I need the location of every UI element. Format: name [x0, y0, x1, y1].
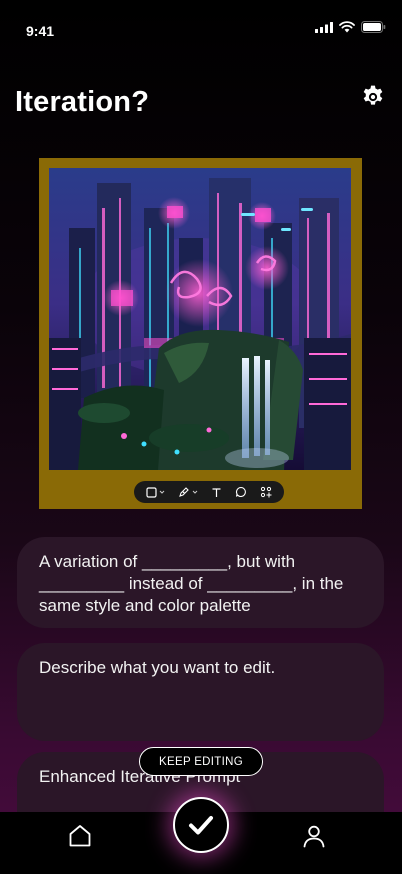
rectangle-select-tool[interactable] — [146, 486, 165, 498]
variation-prompt-text: A variation of _________, but with _____… — [39, 552, 344, 615]
home-button[interactable] — [67, 823, 93, 849]
image-frame — [39, 158, 362, 509]
chevron-down-icon — [192, 490, 198, 494]
wifi-icon — [339, 21, 355, 33]
text-icon — [212, 487, 221, 497]
plugins-tool[interactable] — [260, 486, 272, 498]
comment-icon — [235, 486, 246, 498]
square-icon — [146, 486, 157, 498]
confirm-button[interactable] — [173, 797, 229, 853]
sparkle-grid-icon — [260, 486, 272, 498]
keep-editing-button[interactable]: KEEP EDITING — [139, 747, 263, 776]
edit-description-placeholder: Describe what you want to edit. — [39, 658, 276, 677]
status-icons — [315, 21, 386, 33]
page-title: Iteration? — [15, 86, 150, 118]
cyberpunk-city-artwork[interactable] — [49, 168, 351, 470]
cellular-signal-icon — [315, 21, 333, 33]
artwork-illustration — [49, 168, 351, 470]
checkmark-icon — [189, 816, 213, 835]
image-edit-toolbar — [134, 481, 284, 503]
pen-tool[interactable] — [178, 486, 198, 498]
status-bar: 9:41 — [0, 0, 402, 44]
chevron-down-icon — [160, 490, 165, 494]
user-icon — [303, 825, 325, 848]
text-tool[interactable] — [211, 487, 222, 498]
settings-button[interactable] — [360, 84, 386, 110]
status-time: 9:41 — [26, 23, 55, 39]
edit-description-input[interactable]: Describe what you want to edit. — [17, 643, 384, 741]
home-icon — [69, 825, 91, 847]
gear-icon — [363, 85, 383, 105]
battery-icon — [361, 21, 386, 33]
comment-tool[interactable] — [235, 486, 247, 498]
variation-prompt-card[interactable]: A variation of _________, but with _____… — [17, 537, 384, 628]
pen-icon — [179, 487, 189, 497]
profile-button[interactable] — [301, 823, 327, 849]
